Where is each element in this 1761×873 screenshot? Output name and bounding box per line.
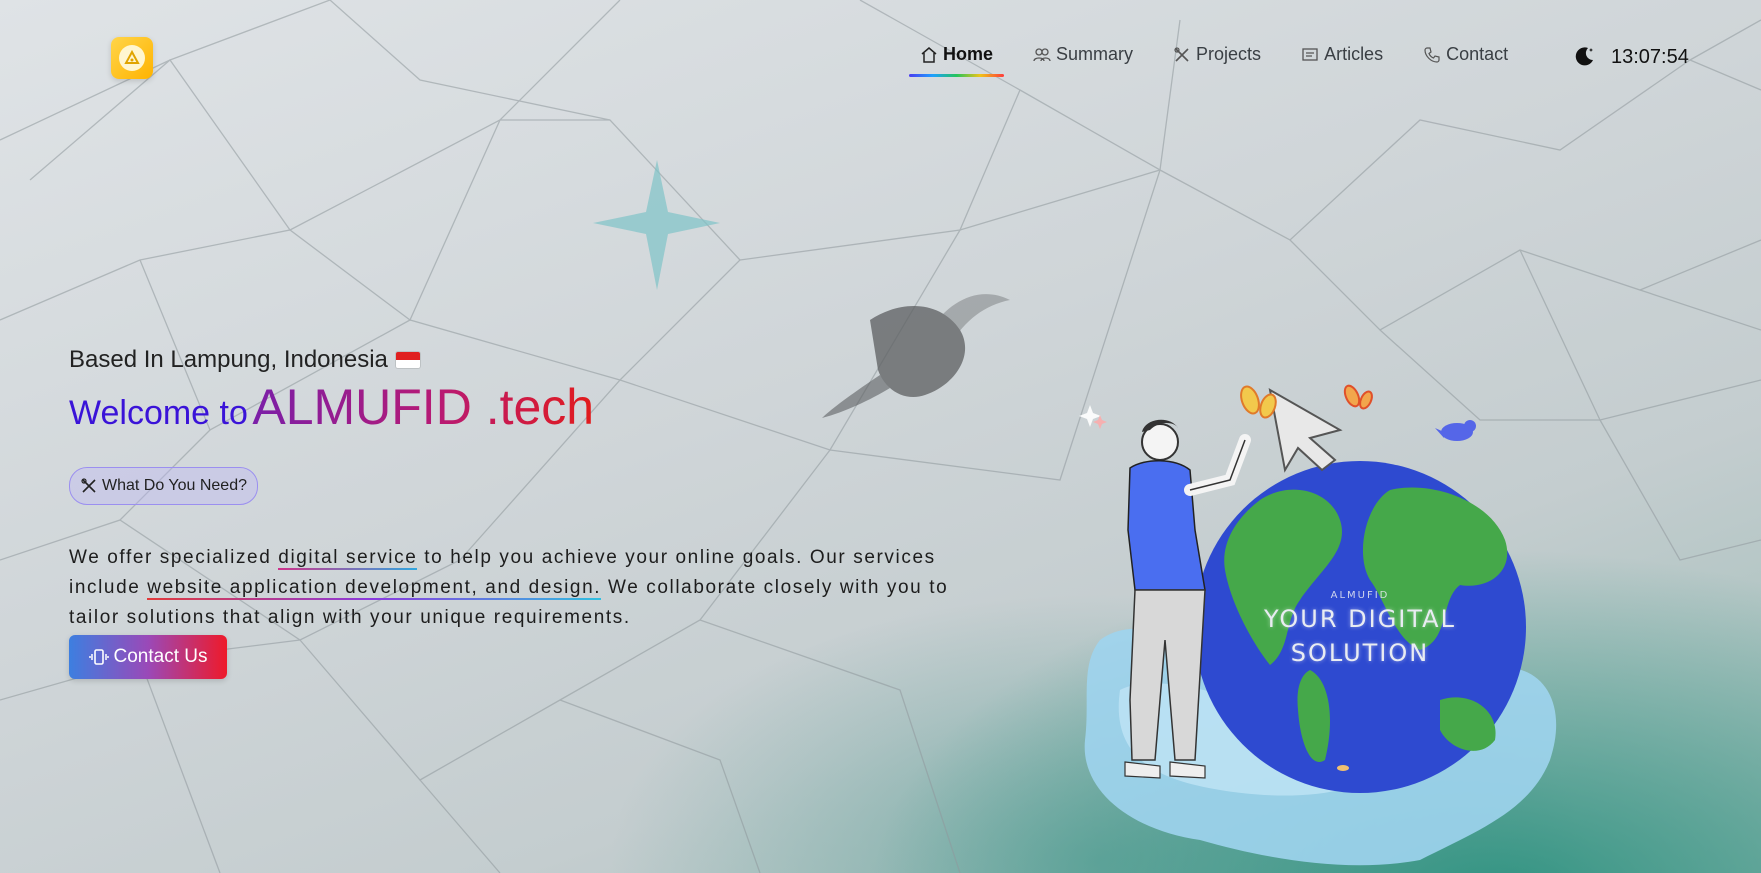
nav-item-articles[interactable]: Articles: [1301, 44, 1383, 65]
nav-label-summary: Summary: [1056, 44, 1134, 64]
globe-line-2: SOLUTION: [1290, 639, 1430, 667]
nav-item-summary[interactable]: Summary: [1033, 44, 1133, 65]
badge-label: What Do You Need?: [102, 477, 247, 494]
contact-us-label: Contact Us: [113, 646, 208, 667]
highlight-digital-service: digital service: [278, 547, 418, 570]
nav-item-contact[interactable]: Contact: [1423, 44, 1508, 65]
home-icon: [921, 46, 937, 63]
site-logo[interactable]: [111, 37, 153, 79]
butterfly-icon: [1240, 385, 1277, 419]
logo-icon: [119, 45, 145, 71]
nav-label-home: Home: [943, 44, 994, 64]
bird-icon: [1435, 420, 1476, 441]
phone-icon: [1424, 46, 1440, 63]
nav-item-projects[interactable]: Projects: [1173, 44, 1261, 65]
nav-label-projects: Projects: [1196, 44, 1262, 64]
welcome-prefix: Welcome to: [69, 394, 248, 432]
nav-label-contact: Contact: [1446, 44, 1509, 64]
globe-line-1: YOUR DIGITAL: [1264, 605, 1456, 633]
globe-caption: ALMUFID YOUR DIGITAL SOLUTION: [1195, 590, 1525, 669]
users-icon: [1033, 47, 1051, 61]
butterfly-icon: [1343, 384, 1373, 410]
main-nav: Home Summary Projects Articles Contact: [908, 44, 1548, 77]
moon-icon[interactable]: [1574, 45, 1596, 67]
hero-heading: Welcome to ALMUFID .tech: [69, 378, 594, 436]
tools-icon: [1174, 46, 1189, 62]
what-do-you-need-badge[interactable]: What Do You Need?: [69, 467, 258, 505]
location-text: Based In Lampung, Indonesia: [69, 346, 388, 373]
cursor-icon: [1268, 388, 1343, 473]
highlight-web-dev: website application development, and des…: [147, 577, 602, 600]
indonesia-flag-icon: [395, 352, 420, 368]
location-line: Based In Lampung, Indonesia: [69, 346, 420, 374]
nav-label-articles: Articles: [1324, 44, 1384, 64]
clock: 13:07:54: [1611, 46, 1689, 68]
tools-icon: [81, 478, 96, 493]
contact-us-button[interactable]: Contact Us: [69, 635, 227, 679]
brand-name: ALMUFID .tech: [252, 379, 595, 435]
globe-small-text: ALMUFID: [1330, 590, 1390, 601]
article-icon: [1302, 47, 1318, 61]
hero-illustration: [1079, 384, 1557, 866]
nav-item-home[interactable]: Home: [908, 44, 1005, 77]
page: Home Summary Projects Articles Contact 1…: [0, 0, 1761, 873]
vibrate-phone-icon: [88, 649, 109, 665]
desc-part-1: We offer specialized: [69, 547, 279, 568]
